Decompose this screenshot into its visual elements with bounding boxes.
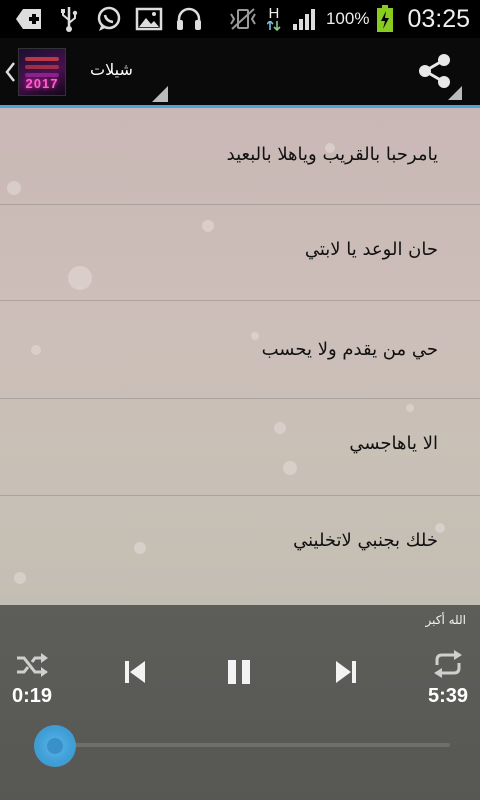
track-list: يامرحبا بالقريب وياهلا بالبعيد حان الوعد… bbox=[0, 108, 480, 605]
list-item[interactable]: حي من يقدم ولا يحسب bbox=[0, 301, 480, 399]
title-menu-indicator bbox=[152, 86, 168, 102]
track-title: حي من يقدم ولا يحسب bbox=[261, 339, 438, 360]
overflow-indicator bbox=[448, 86, 462, 100]
logo-text: 2017 bbox=[25, 76, 59, 91]
battery-charging-icon bbox=[375, 5, 395, 32]
gallery-icon bbox=[134, 6, 164, 32]
track-title: حان الوعد يا لابتي bbox=[304, 239, 438, 260]
track-title: خلك بجنبي لاتخليني bbox=[293, 530, 438, 551]
seek-bar[interactable] bbox=[40, 743, 450, 747]
list-item[interactable]: حان الوعد يا لابتي bbox=[0, 205, 480, 301]
vibrate-icon bbox=[228, 6, 258, 32]
usb-icon bbox=[54, 6, 84, 32]
pause-icon[interactable] bbox=[222, 657, 256, 687]
seek-thumb-center bbox=[46, 738, 63, 754]
shuffle-icon[interactable] bbox=[14, 649, 50, 681]
current-time: 0:19 bbox=[12, 685, 53, 707]
total-time: 5:39 bbox=[427, 685, 468, 707]
next-icon[interactable] bbox=[332, 657, 360, 687]
track-title: يامرحبا بالقريب وياهلا بالبعيد bbox=[226, 144, 438, 165]
seek-thumb[interactable] bbox=[33, 725, 76, 767]
list-item[interactable]: خلك بجنبي لاتخليني bbox=[0, 496, 480, 592]
battery-percent: 100% bbox=[325, 9, 370, 28]
clock: 03:25 bbox=[407, 4, 470, 33]
list-item[interactable]: الا ياهاجسي bbox=[0, 399, 480, 496]
track-title: الا ياهاجسي bbox=[349, 433, 438, 454]
previous-icon[interactable] bbox=[121, 657, 149, 687]
back-chevron-icon[interactable] bbox=[4, 60, 16, 84]
list-item[interactable]: يامرحبا بالقريب وياهلا بالبعيد bbox=[0, 108, 480, 205]
network-type-icon: H bbox=[264, 6, 284, 32]
add-notification-icon bbox=[14, 6, 44, 32]
app-logo[interactable]: 2017 bbox=[18, 48, 66, 96]
headset-icon bbox=[174, 6, 204, 32]
player-panel: الله أكبر 0:19 5:39 bbox=[0, 605, 480, 800]
page-title: شيلات bbox=[90, 60, 133, 79]
action-bar: 2017 شيلات bbox=[0, 38, 480, 108]
whatsapp-icon bbox=[94, 6, 124, 32]
signal-icon bbox=[290, 6, 320, 32]
status-bar: H 100% 03:25 bbox=[0, 0, 480, 38]
share-icon[interactable] bbox=[416, 52, 454, 90]
repeat-icon[interactable] bbox=[430, 647, 466, 681]
now-playing-title: الله أكبر bbox=[425, 613, 467, 627]
